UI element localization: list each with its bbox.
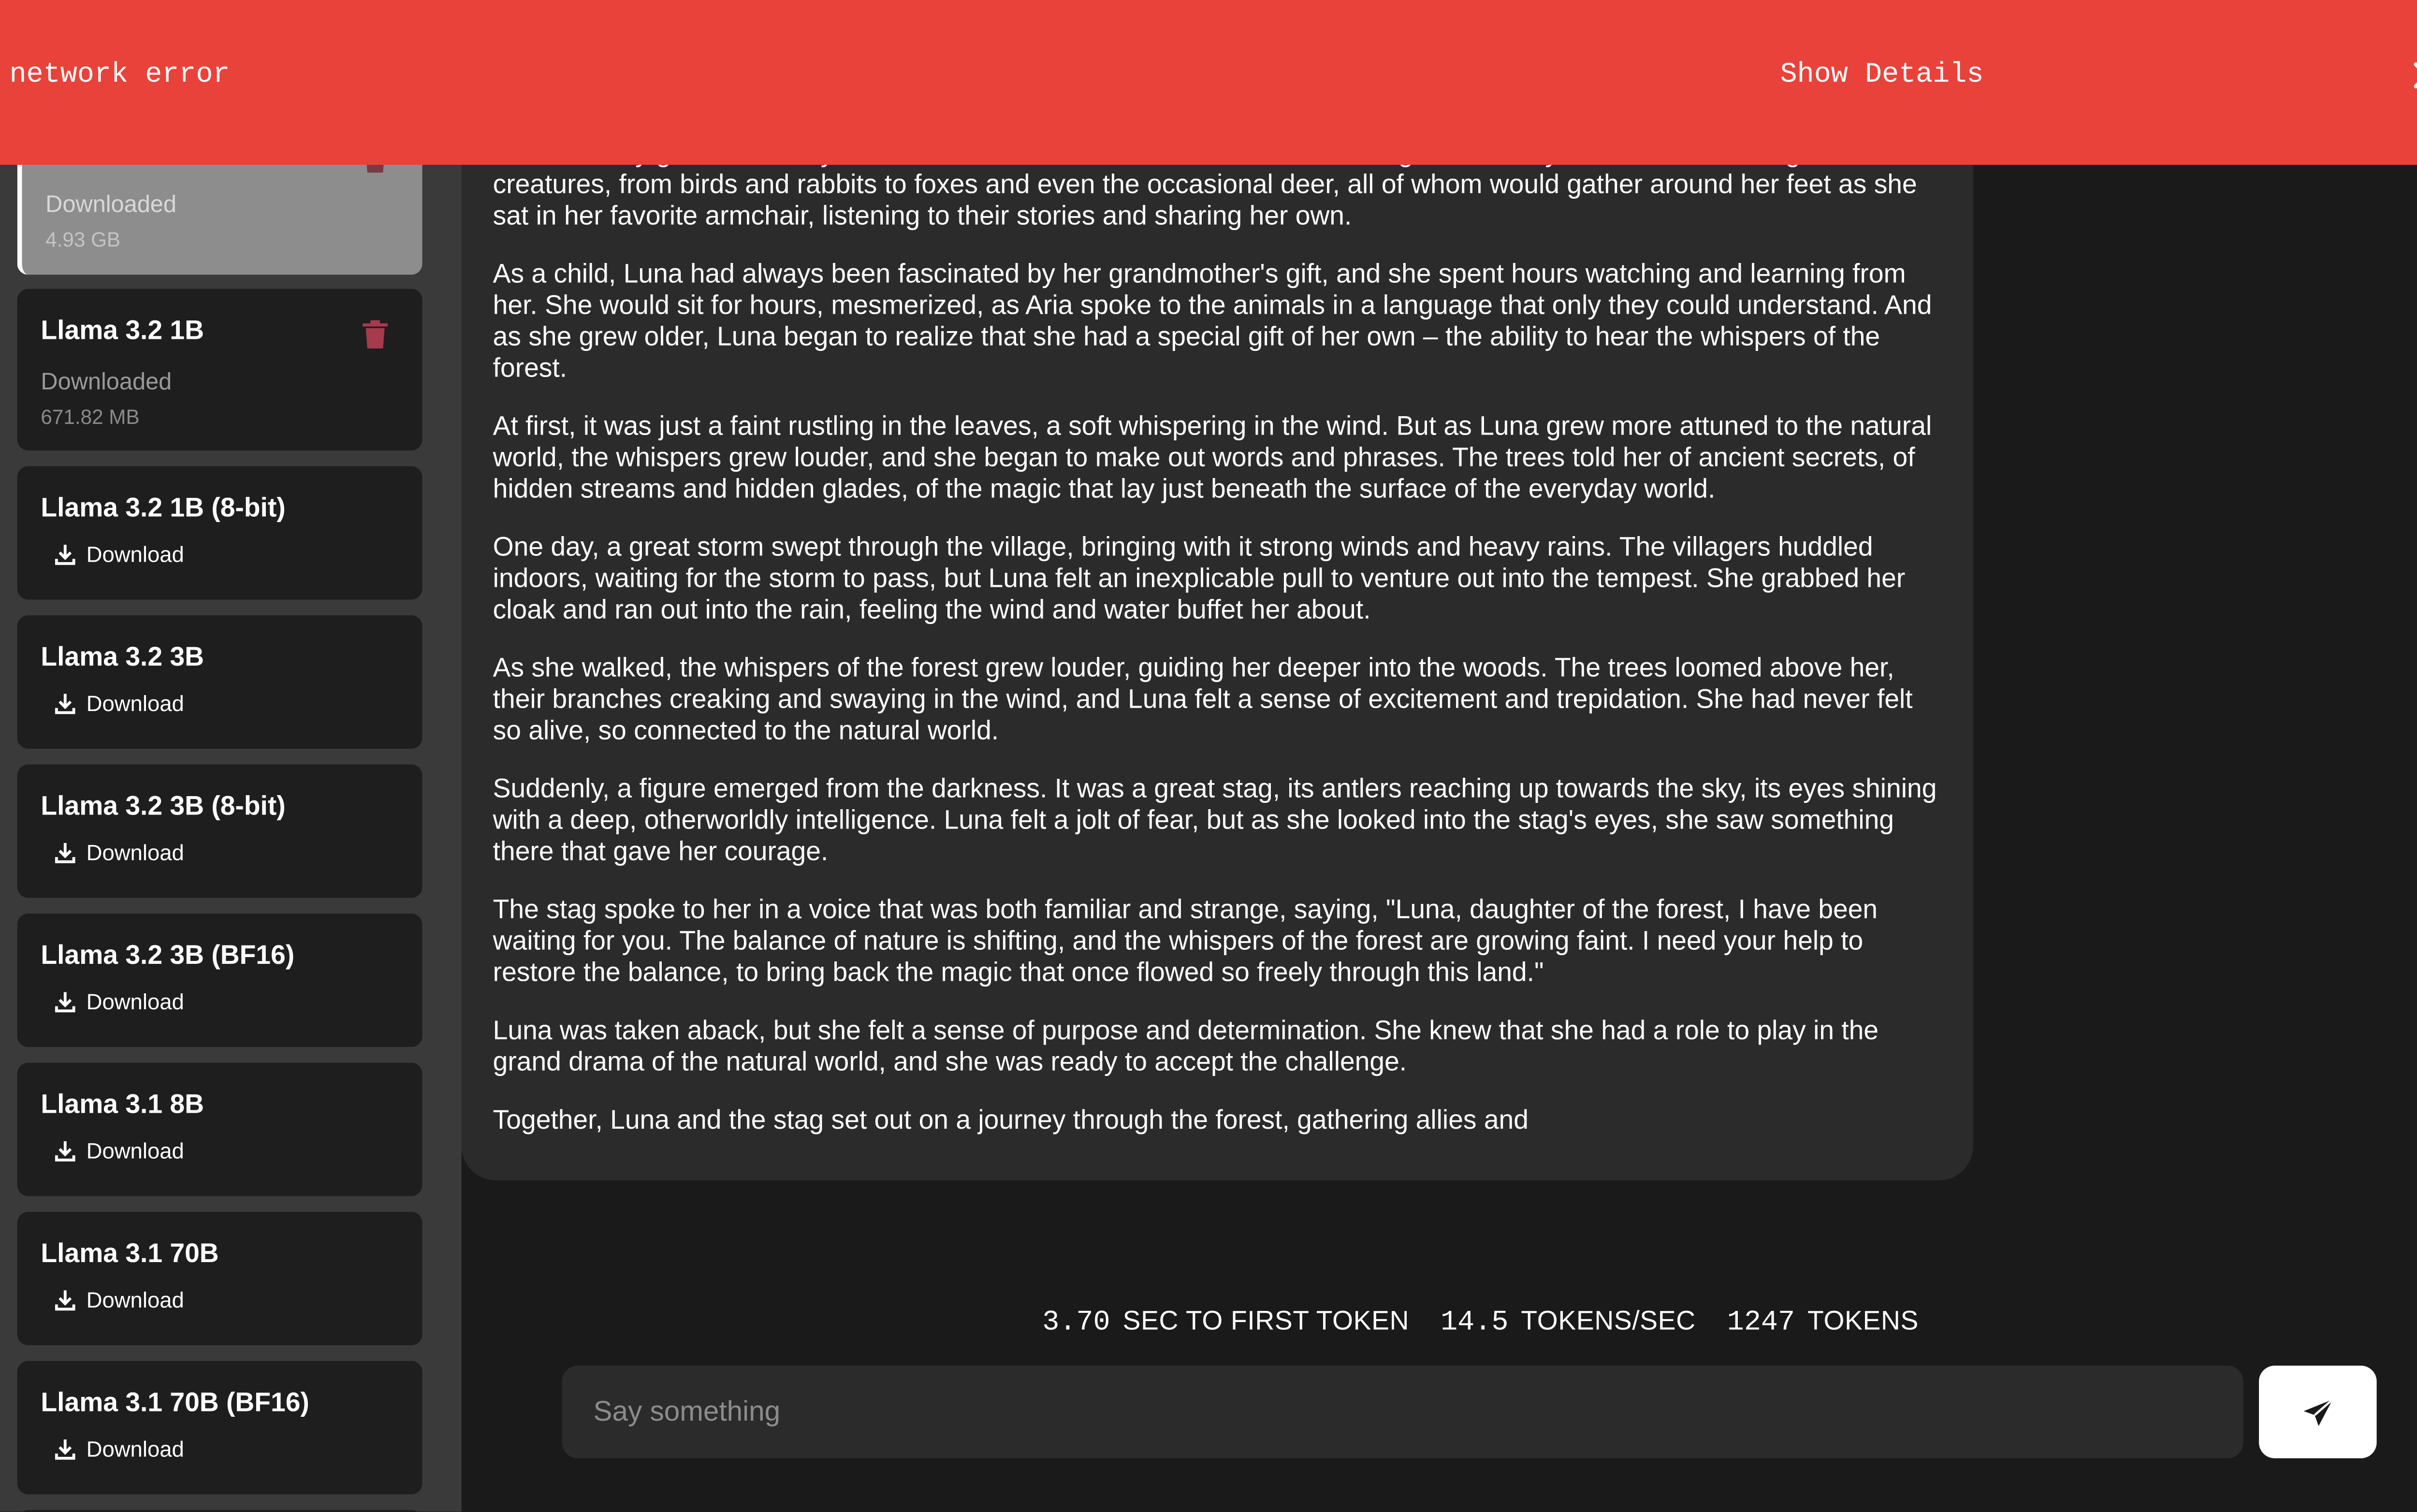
- model-name: Llama 3.2 3B: [41, 642, 204, 672]
- trash-icon: [363, 320, 388, 349]
- message-paragraph: As a child, Luna had always been fascina…: [493, 259, 1932, 383]
- download-label: Download: [86, 1138, 184, 1163]
- message-paragraph: Together, Luna and the stag set out on a…: [493, 1105, 1529, 1135]
- download-button[interactable]: Download: [55, 989, 184, 1014]
- download-button[interactable]: Download: [55, 541, 184, 567]
- generation-stats: 3.70 SEC TO FIRST TOKEN 14.5 TOKENS/SEC …: [1042, 1306, 1950, 1339]
- message-paragraph: Luna was taken aback, but she felt a sen…: [493, 1016, 1879, 1077]
- message-paragraph: One day, a great storm swept through the…: [493, 532, 1906, 625]
- model-card[interactable]: Llama 3.2 3B (8-bit) Download: [17, 764, 422, 898]
- token-count-label: TOKENS: [1807, 1306, 1919, 1336]
- message-paragraph: At first, it was just a faint rustling i…: [493, 411, 1932, 504]
- download-icon: [55, 1289, 75, 1310]
- model-card[interactable]: Llama 3.2 1B (8-bit) Download: [17, 466, 422, 600]
- close-banner-button[interactable]: [2410, 58, 2417, 92]
- model-name: Llama 3.2 3B (BF16): [41, 940, 295, 970]
- download-label: Download: [86, 989, 184, 1014]
- error-banner: network error Show Details: [0, 0, 2417, 165]
- model-name: Llama 3.1 70B: [41, 1238, 219, 1268]
- message-paragraph: As she walked, the whispers of the fores…: [493, 653, 1913, 746]
- download-button[interactable]: Download: [55, 1287, 184, 1312]
- model-name: Llama 3.1 70B (BF16): [41, 1387, 309, 1418]
- model-card[interactable]: Llama 3.2 1B Downloaded 671.82 MB: [17, 289, 422, 451]
- download-icon: [55, 1140, 75, 1161]
- download-label: Download: [86, 1287, 184, 1312]
- app-window: Downloaded 4.93 GB Llama 3.2 1B Download…: [0, 0, 2417, 1512]
- model-name: Llama 3.2 1B: [41, 315, 204, 346]
- model-card[interactable]: Llama 3.1 70B Download: [17, 1211, 422, 1346]
- download-label: Download: [86, 690, 184, 716]
- model-card[interactable]: Llama 3.1 8B Download: [17, 1062, 422, 1196]
- show-details-button[interactable]: Show Details: [1780, 59, 1984, 91]
- model-name: Llama 3.2 1B (8-bit): [41, 493, 286, 523]
- send-icon: [2302, 1397, 2333, 1425]
- token-count-value: 1247: [1727, 1308, 1795, 1339]
- download-button[interactable]: Download: [55, 691, 184, 716]
- model-status: Downloaded: [41, 369, 172, 396]
- download-icon: [55, 693, 75, 713]
- download-button[interactable]: Download: [55, 1138, 184, 1163]
- model-size: 671.82 MB: [41, 405, 140, 429]
- message-paragraph: The stag spoke to her in a voice that wa…: [493, 895, 1878, 988]
- model-status: Downloaded: [45, 191, 177, 218]
- download-icon: [55, 544, 75, 565]
- model-card[interactable]: Llama 3.1 70B (BF16) Download: [17, 1361, 422, 1495]
- model-name: Llama 3.1 8B: [41, 1089, 204, 1119]
- message-text: extraordinary gift – the ability to comm…: [493, 138, 1945, 1163]
- model-size: 4.93 GB: [45, 227, 121, 251]
- error-message: network error: [9, 59, 230, 91]
- assistant-message: extraordinary gift – the ability to comm…: [461, 94, 1973, 1181]
- download-button[interactable]: Download: [55, 840, 184, 865]
- download-label: Download: [86, 541, 184, 567]
- download-button[interactable]: Download: [55, 1436, 184, 1461]
- delete-model-button[interactable]: [363, 320, 388, 349]
- model-card[interactable]: Llama 3.2 3B (BF16) Download: [17, 913, 422, 1047]
- tokens-per-sec-label: TOKENS/SEC: [1521, 1306, 1696, 1336]
- model-card[interactable]: [17, 1510, 422, 1512]
- download-icon: [55, 991, 75, 1012]
- message-input[interactable]: [562, 1366, 2243, 1458]
- message-input-container[interactable]: [562, 1366, 2243, 1458]
- first-token-label: SEC TO FIRST TOKEN: [1122, 1306, 1410, 1336]
- download-icon: [55, 842, 75, 863]
- model-card[interactable]: Llama 3.2 3B Download: [17, 615, 422, 749]
- first-token-value: 3.70: [1042, 1308, 1110, 1339]
- close-icon: [2414, 62, 2417, 88]
- download-label: Download: [86, 840, 184, 865]
- model-sidebar[interactable]: Downloaded 4.93 GB Llama 3.2 1B Download…: [0, 0, 462, 1512]
- model-name: Llama 3.2 3B (8-bit): [41, 791, 286, 821]
- tokens-per-sec-value: 14.5: [1441, 1308, 1509, 1339]
- message-paragraph: Suddenly, a figure emerged from the dark…: [493, 773, 1937, 867]
- send-button[interactable]: [2259, 1366, 2377, 1458]
- download-icon: [55, 1439, 75, 1459]
- download-label: Download: [86, 1436, 184, 1462]
